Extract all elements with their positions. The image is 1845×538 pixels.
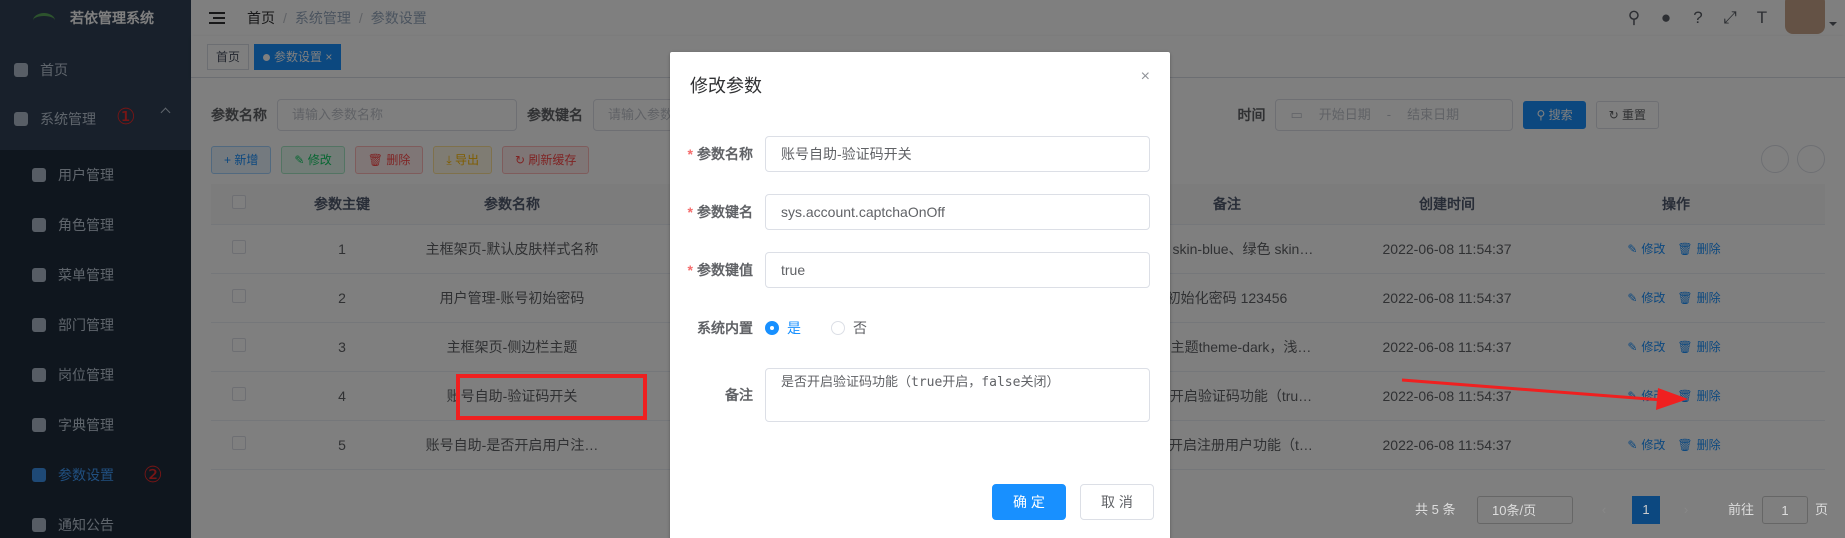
edit-config-dialog: 修改参数 × * 参数名称 账号自助-验证码开关 * 参数键名 sys.account.… (670, 52, 1170, 538)
field-label: * 参数键名 (687, 204, 753, 220)
dialog-title: 修改参数 (690, 76, 762, 96)
form-row-builtin: 系统内置 是 否 (670, 310, 1150, 346)
goto-label: 前往 (1728, 502, 1755, 517)
label-text: 参数键名 (697, 204, 753, 220)
next-button[interactable]: › (1672, 496, 1700, 524)
name-input[interactable]: 账号自助-验证码开关 (765, 136, 1150, 172)
field-label: 系统内置 (697, 320, 753, 336)
key-input[interactable]: sys.account.captchaOnOff (765, 194, 1150, 230)
radio-dot (831, 321, 845, 335)
value-input[interactable]: true (765, 252, 1150, 288)
radio-label: 否 (853, 320, 867, 336)
radio-label: 是 (787, 320, 801, 336)
remark-textarea[interactable]: 是否开启验证码功能（true开启，false关闭） (765, 368, 1150, 422)
pager-total: 共 5 条 (1415, 502, 1456, 517)
radio-yes[interactable]: 是 (765, 318, 801, 338)
goto-unit: 页 (1815, 502, 1829, 517)
form-row-remark: 备注 是否开启验证码功能（true开启，false关闭） (670, 368, 1150, 422)
page-size-select[interactable]: 10条/页 (1477, 496, 1573, 524)
app-root: 若依管理系统 首页 系统管理① 用户管理 角色管理 菜单管理 部门管理 岗位管理… (0, 0, 1845, 538)
field-label: 备注 (725, 387, 753, 403)
arrow-line (1401, 378, 1663, 402)
radio-dot (765, 321, 779, 335)
field-label: * 参数键值 (687, 262, 753, 278)
form-row-name: * 参数名称 账号自助-验证码开关 (670, 136, 1150, 172)
arrow-head (1656, 388, 1688, 410)
label-text: 参数名称 (697, 146, 753, 162)
field-label: * 参数名称 (687, 146, 753, 162)
pagination: 共 5 条 10条/页 ‹ 1 › 前往 1 页 (0, 496, 1845, 526)
radio-no[interactable]: 否 (831, 318, 867, 338)
form-row-key: * 参数键名 sys.account.captchaOnOff (670, 194, 1150, 230)
close-icon[interactable]: × (1141, 68, 1150, 86)
page-1-button[interactable]: 1 (1632, 496, 1660, 524)
goto-input[interactable]: 1 (1762, 496, 1808, 524)
prev-button[interactable]: ‹ (1590, 496, 1618, 524)
form-row-value: * 参数键值 true (670, 252, 1150, 288)
label-text: 参数键值 (697, 262, 753, 278)
